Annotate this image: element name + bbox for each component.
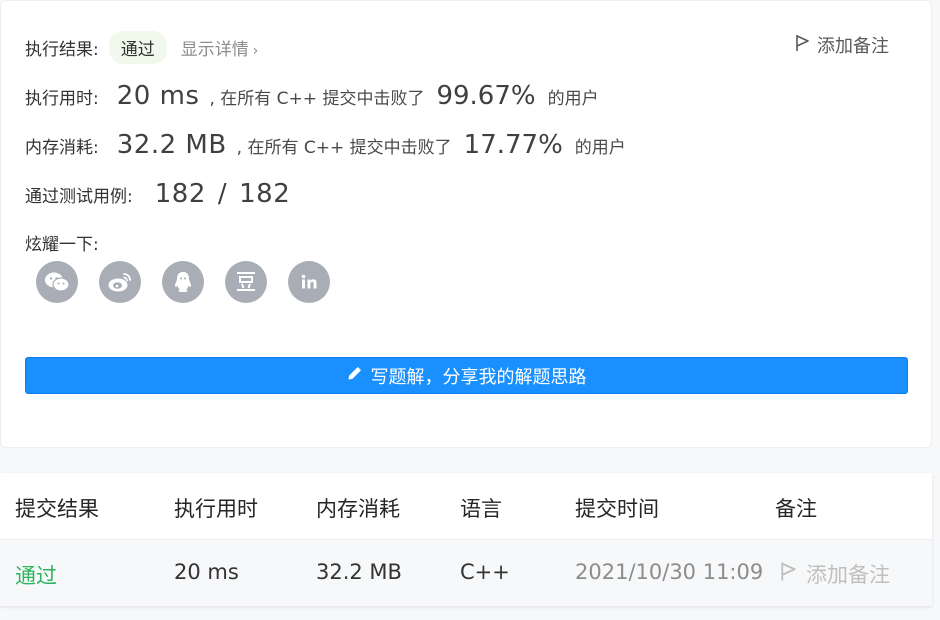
share-icons	[36, 261, 330, 303]
testcases-label: 通过测试用例:	[25, 187, 133, 207]
row-memory: 32.2 MB	[316, 560, 402, 584]
table-header: 提交结果 执行用时 内存消耗 语言 提交时间 备注	[0, 473, 932, 540]
memory-value: 32.2 MB	[116, 130, 227, 160]
runtime-value: 20 ms	[116, 81, 200, 111]
memory-row: 内存消耗: 32.2 MB , 在所有 C++ 提交中击败了 17.77% 的用…	[25, 130, 626, 160]
wechat-icon[interactable]	[36, 261, 78, 303]
header-note: 备注	[775, 497, 817, 521]
runtime-beat-text: , 在所有 C++ 提交中击败了	[209, 89, 425, 109]
write-solution-label: 写题解，分享我的解题思路	[370, 366, 587, 388]
memory-beat-text: , 在所有 C++ 提交中击败了	[236, 138, 452, 158]
row-add-note-button[interactable]: 添加备注	[780, 559, 890, 589]
result-row: 执行结果: 通过 显示详情 ›	[25, 31, 258, 64]
submissions-table: 提交结果 执行用时 内存消耗 语言 提交时间 备注 通过 20 ms 32.2 …	[0, 473, 932, 606]
runtime-row: 执行用时: 20 ms , 在所有 C++ 提交中击败了 99.67% 的用户	[25, 81, 599, 111]
share-label: 炫耀一下:	[25, 235, 99, 255]
memory-label: 内存消耗:	[25, 138, 99, 158]
show-details-link[interactable]: 显示详情 ›	[181, 35, 259, 60]
flag-icon	[795, 34, 811, 57]
runtime-suffix: 的用户	[547, 89, 599, 109]
pencil-icon	[347, 365, 363, 386]
qq-icon[interactable]	[162, 261, 204, 303]
share-row: 炫耀一下:	[25, 230, 99, 255]
runtime-label: 执行用时:	[25, 89, 99, 109]
row-submit-time: 2021/10/30 11:09	[575, 560, 764, 584]
memory-suffix: 的用户	[574, 138, 626, 158]
row-language: C++	[460, 560, 510, 584]
flag-icon	[780, 561, 798, 587]
result-card: 执行结果: 通过 显示详情 › 添加备注 执行用时: 20 ms , 在所有 C+…	[0, 0, 932, 448]
add-note-label: 添加备注	[817, 36, 889, 57]
testcases-passed: 182	[154, 179, 206, 209]
add-note-button[interactable]: 添加备注	[795, 32, 889, 58]
header-result: 提交结果	[15, 497, 99, 521]
header-runtime: 执行用时	[174, 497, 258, 521]
status-badge: 通过	[108, 31, 167, 64]
table-row: 通过 20 ms 32.2 MB C++ 2021/10/30 11:09 添加…	[0, 540, 932, 606]
write-solution-button[interactable]: 写题解，分享我的解题思路	[25, 357, 908, 394]
result-label: 执行结果:	[25, 40, 99, 60]
memory-percent: 17.77%	[463, 130, 563, 160]
testcases-total: 182	[239, 179, 291, 209]
header-memory: 内存消耗	[316, 497, 400, 521]
douban-icon[interactable]	[225, 261, 267, 303]
testcases-separator: /	[217, 179, 228, 209]
header-submit-time: 提交时间	[575, 497, 659, 521]
show-details-label: 显示详情	[180, 40, 249, 60]
linkedin-icon[interactable]	[288, 261, 330, 303]
weibo-icon[interactable]	[99, 261, 141, 303]
row-add-note-label: 添加备注	[806, 563, 890, 587]
testcases-row: 通过测试用例: 182 / 182	[25, 179, 290, 209]
chevron-right-icon: ›	[252, 43, 259, 59]
row-status-link[interactable]: 通过	[15, 560, 57, 590]
header-language: 语言	[460, 497, 502, 521]
runtime-percent: 99.67%	[436, 81, 536, 111]
row-runtime: 20 ms	[174, 560, 239, 584]
